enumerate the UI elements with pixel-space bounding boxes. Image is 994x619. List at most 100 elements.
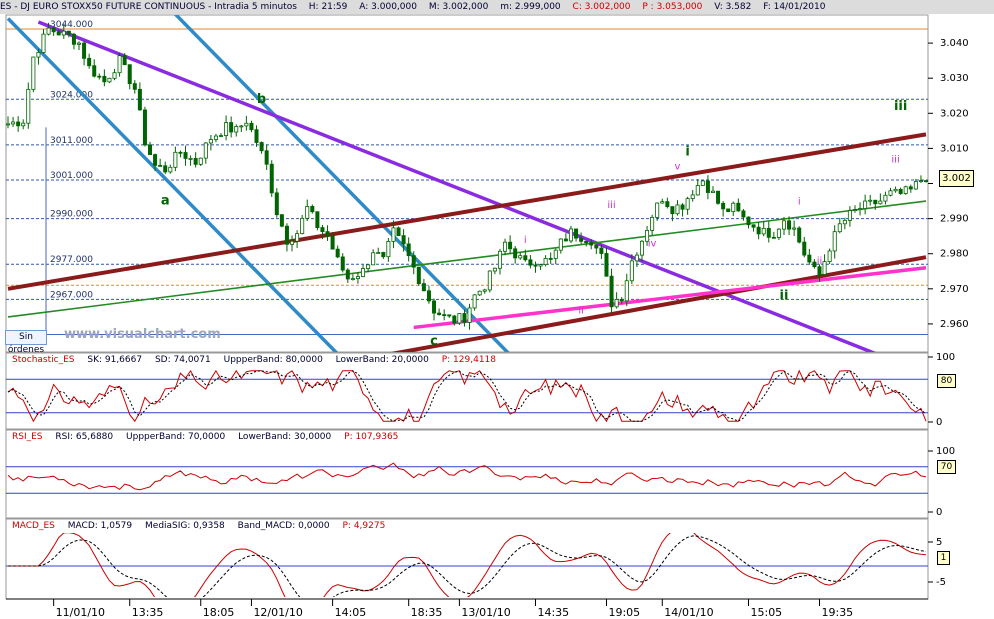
x-tick-label: 18:35 [411,606,443,619]
candle-body [553,249,558,259]
candle-body [629,260,634,282]
macd-signal: MediaSIG: 0,9358 [145,521,225,531]
candle-body [761,227,766,235]
candle-body [822,261,827,275]
wave-label: ii [780,288,789,303]
x-tick-label: 13/01/10 [461,606,510,619]
candle-body [675,204,680,215]
candle-body [787,220,792,230]
candle-body [31,56,36,90]
candle-body [259,142,264,152]
candle-body [305,206,310,219]
candle-body [518,255,523,259]
candle-body [660,201,665,204]
candle-body [249,122,254,131]
candle-body [163,165,168,173]
y-tick-label: 2.990 [940,214,969,225]
candle-body [852,209,857,211]
candle-body [107,77,112,83]
candle-body [574,228,579,239]
candle-body [355,276,360,279]
candle-body [924,180,928,183]
indicator-scale-label: 100 [936,352,955,363]
candle-body [467,307,472,323]
p-value: P : 3.053,000 [642,2,703,12]
rsi-panel [5,429,929,519]
stoch-sk: SK: 91,6667 [87,355,143,365]
candle-body [705,180,710,193]
candle-body [432,300,437,314]
candle-body [792,227,797,230]
candle-body [127,64,132,85]
rsi-value: RSI: 65,6880 [55,432,114,442]
indicator-scale-label: 0 [936,507,942,518]
candle-body [837,223,842,233]
candle-body [426,290,431,302]
candle-body [508,241,513,250]
candle-body [513,248,518,259]
sin-ordenes-button[interactable]: Sin órdenes [5,330,47,355]
rsi-current-tag: 70 [937,460,956,474]
candle-body [781,220,786,230]
candle-body [665,201,670,207]
candle-body [847,210,852,221]
candle-body [213,135,218,140]
candle-body [188,157,193,160]
candle-body [219,135,224,137]
candle-body [619,299,624,302]
candle-body [350,278,355,280]
candle-body [437,312,442,315]
watermark: www.visualchart.com [64,327,221,342]
candle-body [330,235,335,250]
candle-body [771,236,776,239]
title-bar: ES - DJ EURO STOXX50 FUTURE CONTINUOUS -… [0,0,994,14]
candle-body [842,219,847,225]
candle-body [558,238,563,251]
macd-panel [5,518,929,600]
candle-body [168,166,173,173]
candle-body [421,283,426,292]
rsi-name: RSI_ES [12,432,43,442]
candle-body [868,199,873,202]
candle-body [391,227,396,242]
candle-body [878,200,883,205]
candle-body [300,217,305,235]
wave-label: ii [578,305,584,316]
x-tick-label: 14:35 [537,606,569,619]
candle-body [269,163,274,194]
candle-body [66,30,71,35]
y-tick-label: 2.970 [940,284,969,295]
min-value: m: 2.999,000 [500,2,561,12]
price-level-label: 2977.000 [50,255,93,265]
candle-body [832,231,837,252]
wave-label: i [798,197,801,208]
candle-body [472,294,477,309]
candle-body [888,190,893,196]
open-value: A: 3.000,000 [359,2,417,12]
candle-body [56,31,61,36]
candle-body [137,88,142,111]
candle-body [46,27,51,35]
candle-body [442,314,447,316]
candle-body [376,252,381,254]
candle-body [563,238,568,242]
macd-p: P: 4,9275 [342,521,386,531]
y-tick-label: 2.980 [940,249,969,260]
candle-body [386,241,391,258]
x-tick-label: 19:35 [821,606,853,619]
x-tick-label: 13:35 [132,606,164,619]
stoch-sd: SD: 74,0071 [154,355,211,365]
candle-body [102,75,107,83]
stoch-current-tag: 80 [937,374,956,388]
candle-body [624,280,629,302]
wave-label: iii [894,99,907,114]
candle-body [183,152,188,159]
indicator-scale-label: -5 [936,577,946,588]
wave-label: b [257,92,266,107]
y-tick-label: 2.960 [940,319,969,330]
candle-body [807,254,812,263]
wave-label: v [675,161,681,172]
candle-body [335,248,340,258]
candle-body [208,139,213,144]
candle-body [903,186,908,194]
